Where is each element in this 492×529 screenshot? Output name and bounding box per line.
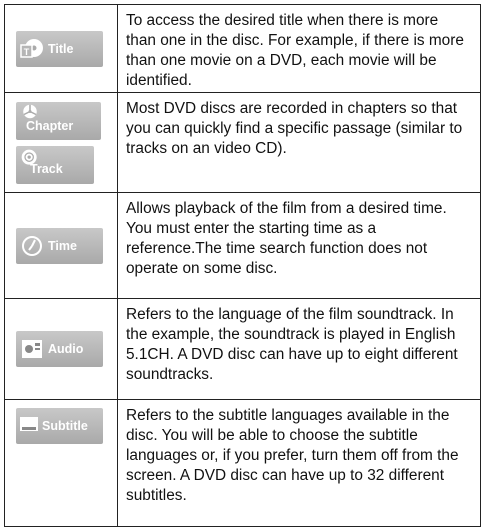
table-row-audio: Audio Refers to the language of the film… (4, 299, 481, 400)
table-row-chapter-track: Chapter Track Most DVD discs are recorde… (4, 93, 481, 193)
table-row-title: T Title To access the desired title when… (4, 5, 481, 93)
time-label: Time (48, 238, 77, 253)
description-cell: Refers to the language of the film sound… (126, 306, 458, 383)
track-button[interactable]: Track (16, 145, 94, 184)
audio-button[interactable]: Audio (16, 331, 103, 367)
clock-icon (22, 235, 42, 256)
track-label: Track (30, 161, 63, 176)
audio-icon (22, 340, 42, 358)
subtitle-label: Subtitle (42, 419, 88, 433)
time-button[interactable]: Time (16, 227, 103, 264)
table-row-subtitle: Subtitle Refers to the subtitle language… (4, 400, 481, 527)
title-disc-icon: T (20, 38, 43, 58)
icon-cell: Subtitle (5, 400, 118, 526)
table-row-time: Time Allows playback of the film from a … (4, 193, 481, 299)
title-label: Title (48, 41, 74, 56)
chapter-label: Chapter (26, 118, 74, 133)
icon-cell: Time (5, 193, 118, 298)
description-cell: To access the desired title when there i… (126, 12, 464, 89)
svg-text:T: T (24, 47, 30, 57)
description-cell: Refers to the subtitle languages availab… (126, 407, 459, 504)
audio-label: Audio (48, 342, 84, 356)
icon-cell: Audio (5, 299, 118, 399)
description-cell: Allows playback of the film from a desir… (126, 200, 447, 277)
subtitle-icon (20, 417, 38, 431)
title-button[interactable]: T Title (16, 30, 103, 67)
chapter-button[interactable]: Chapter (16, 101, 101, 140)
feature-table: T Title To access the desired title when… (4, 4, 481, 527)
description-cell: Most DVD discs are recorded in chapters … (126, 100, 463, 157)
icon-cell: Chapter Track (5, 93, 118, 192)
icon-cell: T Title (5, 5, 118, 92)
subtitle-button[interactable]: Subtitle (16, 408, 103, 444)
